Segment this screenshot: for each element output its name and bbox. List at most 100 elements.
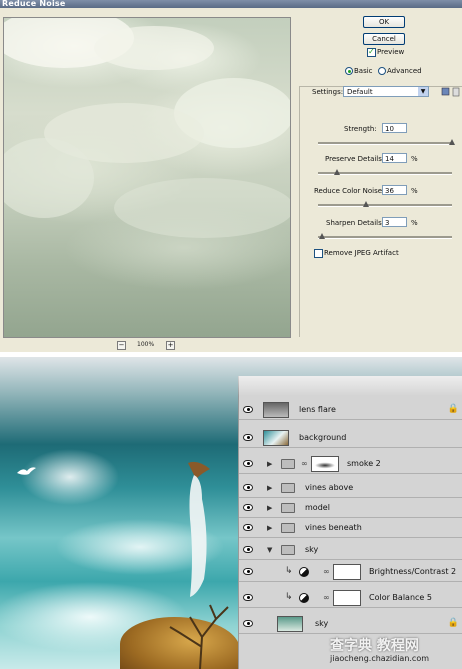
reduce-color-noise-label: Reduce Color Noise: bbox=[314, 187, 385, 195]
layer-row[interactable]: ▶ model bbox=[239, 498, 462, 518]
layer-name[interactable]: sky bbox=[315, 619, 328, 628]
chevron-down-icon[interactable]: ▼ bbox=[267, 547, 272, 554]
sharpen-details-input[interactable]: 3 bbox=[382, 217, 407, 227]
layer-mask-thumbnail[interactable] bbox=[333, 590, 361, 606]
sharpen-details-slider-thumb[interactable] bbox=[319, 233, 326, 239]
sharpen-details-label: Sharpen Details: bbox=[326, 219, 385, 227]
eye-icon[interactable] bbox=[243, 594, 253, 601]
preserve-details-slider-thumb[interactable] bbox=[333, 169, 340, 175]
eye-icon[interactable] bbox=[243, 504, 253, 511]
layer-row[interactable]: ↳ ∞ Color Balance 5 bbox=[239, 588, 462, 608]
eye-icon[interactable] bbox=[243, 460, 253, 467]
save-settings-icon[interactable] bbox=[441, 86, 461, 98]
layer-name[interactable]: sky bbox=[305, 545, 318, 554]
layer-row[interactable]: ↳ ∞ Brightness/Contrast 2 bbox=[239, 562, 462, 582]
zoom-out-button[interactable]: − bbox=[117, 341, 126, 350]
cancel-button[interactable]: Cancel bbox=[363, 33, 405, 45]
preserve-details-slider[interactable] bbox=[318, 169, 452, 175]
strength-slider[interactable] bbox=[318, 139, 455, 145]
adjustment-layer-icon bbox=[299, 567, 309, 577]
preserve-details-label: Preserve Details: bbox=[325, 155, 385, 163]
layer-row[interactable]: ▶ vines above bbox=[239, 478, 462, 498]
remove-jpeg-checkbox[interactable] bbox=[314, 249, 323, 258]
layers-panel-fade bbox=[238, 376, 462, 396]
folder-icon bbox=[281, 523, 295, 533]
strength-input[interactable]: 10 bbox=[382, 123, 407, 133]
layer-row[interactable]: lens flare 🔒 bbox=[239, 400, 462, 420]
link-icon[interactable]: ∞ bbox=[301, 459, 308, 468]
layer-name[interactable]: Brightness/Contrast 2 bbox=[369, 567, 456, 576]
preserve-details-unit: % bbox=[411, 155, 418, 163]
link-icon[interactable]: ∞ bbox=[323, 567, 330, 576]
watermark-title: 查字典 教程网 bbox=[330, 638, 419, 654]
lock-icon: 🔒 bbox=[447, 618, 459, 628]
layer-name[interactable]: vines beneath bbox=[305, 523, 362, 532]
settings-group bbox=[299, 86, 462, 337]
zoom-level: 100% bbox=[137, 341, 155, 348]
reduce-color-noise-slider[interactable] bbox=[318, 201, 452, 207]
strength-slider-thumb[interactable] bbox=[449, 139, 455, 145]
link-icon[interactable]: ∞ bbox=[323, 593, 330, 602]
eye-icon[interactable] bbox=[243, 568, 253, 575]
preserve-details-input[interactable]: 14 bbox=[382, 153, 407, 163]
sharpen-details-slider[interactable] bbox=[318, 233, 452, 239]
layer-row[interactable]: ▶ ∞ smoke 2 bbox=[239, 454, 462, 474]
preview-image[interactable] bbox=[3, 17, 291, 338]
folder-icon bbox=[281, 483, 295, 493]
layer-mask-thumbnail[interactable] bbox=[311, 456, 339, 472]
layer-name[interactable]: smoke 2 bbox=[347, 459, 381, 468]
reduce-color-noise-input[interactable]: 36 bbox=[382, 185, 407, 195]
layer-name[interactable]: vines above bbox=[305, 483, 353, 492]
layer-row[interactable]: ▶ vines beneath bbox=[239, 518, 462, 538]
dialog-titlebar[interactable]: Reduce Noise bbox=[0, 0, 462, 8]
layer-row[interactable]: ▼ sky bbox=[239, 540, 462, 560]
sharpen-details-unit: % bbox=[411, 219, 418, 227]
eye-icon[interactable] bbox=[243, 620, 253, 627]
reduce-color-noise-slider-thumb[interactable] bbox=[363, 201, 370, 207]
basic-radio[interactable] bbox=[345, 67, 353, 75]
chevron-right-icon[interactable]: ▶ bbox=[267, 505, 272, 512]
eye-icon[interactable] bbox=[243, 546, 253, 553]
chevron-right-icon[interactable]: ▶ bbox=[267, 461, 272, 468]
eye-icon[interactable] bbox=[243, 524, 253, 531]
watermark: 查字典 教程网 jiaocheng.chazidian.com bbox=[330, 635, 462, 669]
settings-select[interactable]: Default ▼ bbox=[343, 86, 429, 97]
eye-icon[interactable] bbox=[243, 434, 253, 441]
zoom-in-button[interactable]: + bbox=[166, 341, 175, 350]
layer-thumbnail bbox=[263, 430, 289, 446]
preview-checkbox[interactable] bbox=[367, 47, 376, 57]
settings-value: Default bbox=[347, 88, 373, 96]
layer-name[interactable]: lens flare bbox=[299, 405, 336, 414]
strength-label: Strength: bbox=[344, 125, 377, 133]
clipping-arrow-icon: ↳ bbox=[285, 566, 293, 576]
cloud-shapes bbox=[4, 18, 290, 238]
layer-row[interactable]: sky 🔒 bbox=[239, 614, 462, 634]
lock-icon: 🔒 bbox=[447, 404, 459, 414]
layer-row[interactable]: background bbox=[239, 428, 462, 448]
ok-button[interactable]: OK bbox=[363, 16, 405, 28]
zoom-control: − 100% + bbox=[115, 340, 175, 350]
chevron-right-icon[interactable]: ▶ bbox=[267, 485, 272, 492]
eye-icon[interactable] bbox=[243, 406, 253, 413]
eye-icon[interactable] bbox=[243, 484, 253, 491]
dove-icon bbox=[17, 467, 36, 475]
layer-name[interactable]: model bbox=[305, 503, 330, 512]
reduce-noise-dialog: Reduce Noise − 100% + OK Cancel Preview … bbox=[0, 0, 462, 352]
folder-icon bbox=[281, 545, 295, 555]
chevron-down-icon: ▼ bbox=[418, 87, 428, 96]
advanced-radio[interactable] bbox=[378, 67, 386, 75]
preview-label: Preview bbox=[377, 48, 405, 56]
basic-label: Basic bbox=[354, 67, 373, 75]
tree-branches bbox=[169, 604, 229, 669]
chevron-right-icon[interactable]: ▶ bbox=[267, 525, 272, 532]
layers-panel: lens flare 🔒 background ▶ ∞ smoke 2 ▶ vines abo… bbox=[238, 376, 462, 669]
remove-jpeg-label: Remove JPEG Artifact bbox=[324, 249, 399, 257]
settings-label: Settings: bbox=[312, 88, 344, 96]
layer-mask-thumbnail[interactable] bbox=[333, 564, 361, 580]
watermark-url: jiaocheng.chazidian.com bbox=[330, 654, 430, 663]
advanced-label: Advanced bbox=[387, 67, 422, 75]
layer-name[interactable]: background bbox=[299, 433, 346, 442]
layer-name[interactable]: Color Balance 5 bbox=[369, 593, 432, 602]
folder-icon bbox=[281, 503, 295, 513]
adjustment-layer-icon bbox=[299, 593, 309, 603]
